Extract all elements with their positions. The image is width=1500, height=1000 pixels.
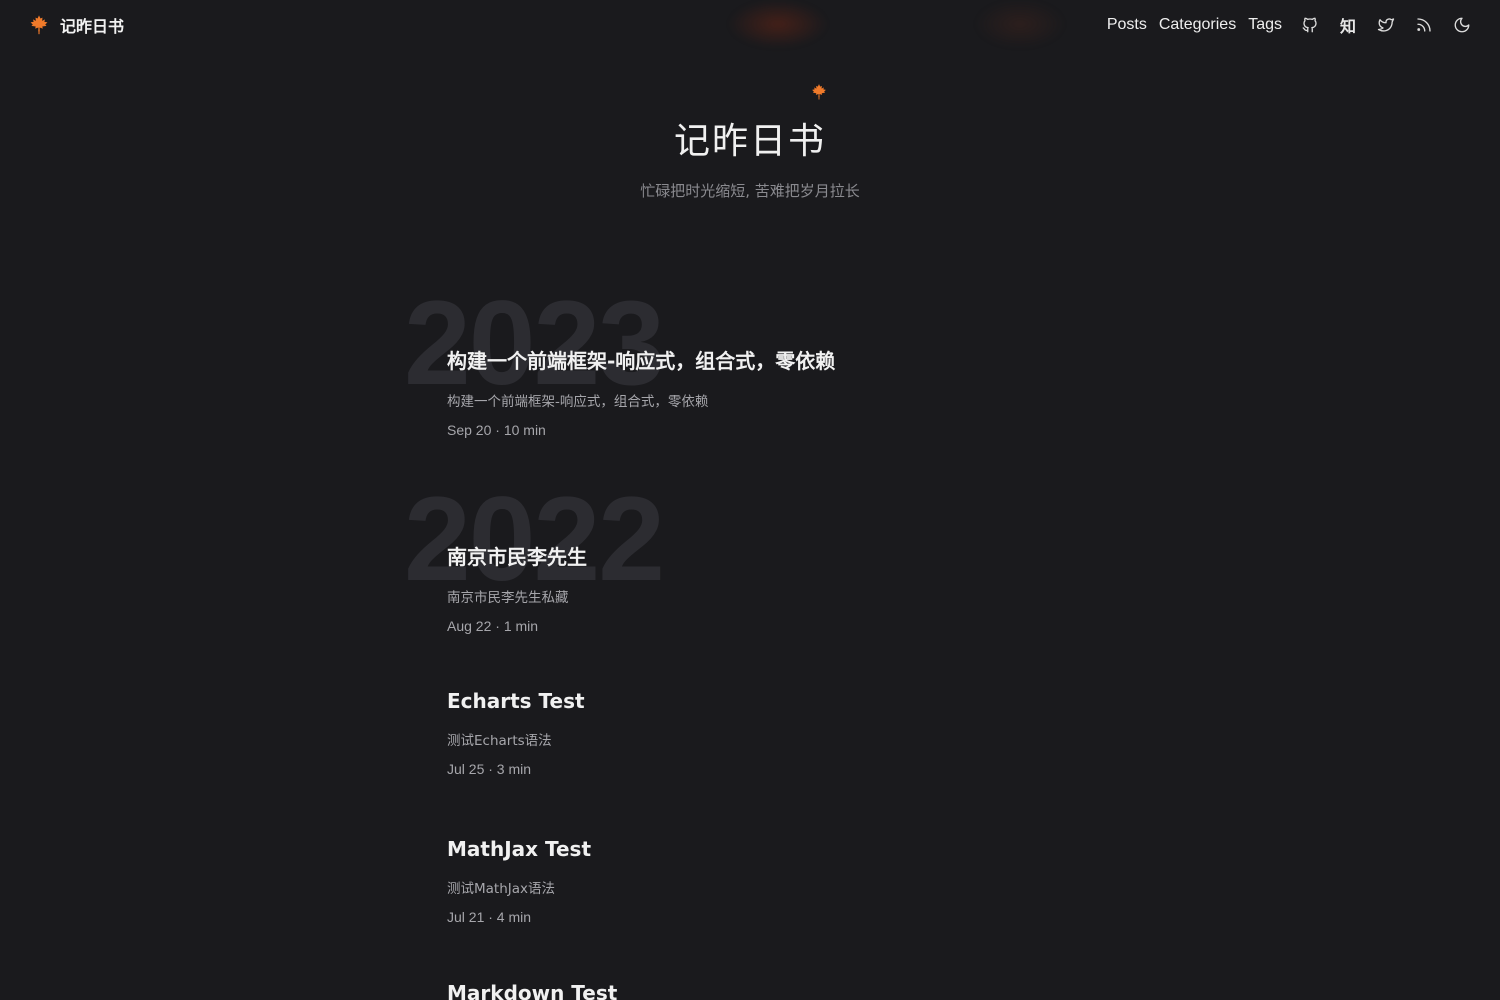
hero: 记昨日书 忙碌把时光缩短, 苦难把岁月拉长 [0,80,1500,201]
site-title: 记昨日书 [673,121,826,162]
zhihu-icon[interactable]: 知 [1338,15,1358,36]
post-meta: Sep 20 · 10 min [447,422,546,438]
twitter-icon[interactable] [1376,15,1396,35]
nav-tags[interactable]: Tags [1248,16,1282,34]
nav-categories[interactable]: Categories [1159,16,1236,34]
post-description: 构建一个前端框架-响应式，组合式，零依赖 [447,394,709,410]
maple-leaf-icon [810,83,828,101]
nav-posts[interactable]: Posts [1107,16,1147,34]
post-item[interactable]: Markdown Test [447,981,617,1000]
post-meta: Jul 25 · 3 min [447,761,532,777]
post-meta: Jul 21 · 4 min [447,909,532,925]
post-description: 测试MathJax语法 [447,881,556,897]
github-icon[interactable] [1300,15,1320,35]
post-description: 南京市民李先生私藏 [447,590,569,606]
post-title[interactable]: Echarts Test [447,689,585,713]
maple-leaf-icon [28,14,50,36]
post-item[interactable]: Echarts Test 测试Echarts语法 Jul 25 · 3 min [447,689,585,777]
post-title[interactable]: MathJax Test [447,837,591,861]
post-item[interactable]: 构建一个前端框架-响应式，组合式，零依赖 构建一个前端框架-响应式，组合式，零依… [447,345,835,438]
zhihu-label: 知 [1339,17,1356,36]
post-description: 测试Echarts语法 [447,733,552,749]
post-meta: Aug 22 · 1 min [447,618,539,634]
site-subtitle: 忙碌把时光缩短, 苦难把岁月拉长 [640,182,860,200]
post-item[interactable]: MathJax Test 测试MathJax语法 Jul 21 · 4 min [447,837,591,925]
nav-menu: Posts Categories Tags 知 [1107,15,1472,36]
rss-icon[interactable] [1414,15,1434,35]
post-title[interactable]: 南京市民李先生 [447,541,587,570]
page: 记昨日书 Posts Categories Tags 知 记昨日书 忙碌把时光缩… [0,0,1500,1000]
moon-icon[interactable] [1452,15,1472,35]
home-link[interactable]: 记昨日书 [28,13,124,37]
brand-title: 记昨日书 [60,19,125,36]
post-title[interactable]: Markdown Test [447,981,617,1000]
post-item[interactable]: 南京市民李先生 南京市民李先生私藏 Aug 22 · 1 min [447,541,587,634]
post-title[interactable]: 构建一个前端框架-响应式，组合式，零依赖 [447,345,835,374]
top-nav: 记昨日书 Posts Categories Tags 知 [0,0,1500,50]
